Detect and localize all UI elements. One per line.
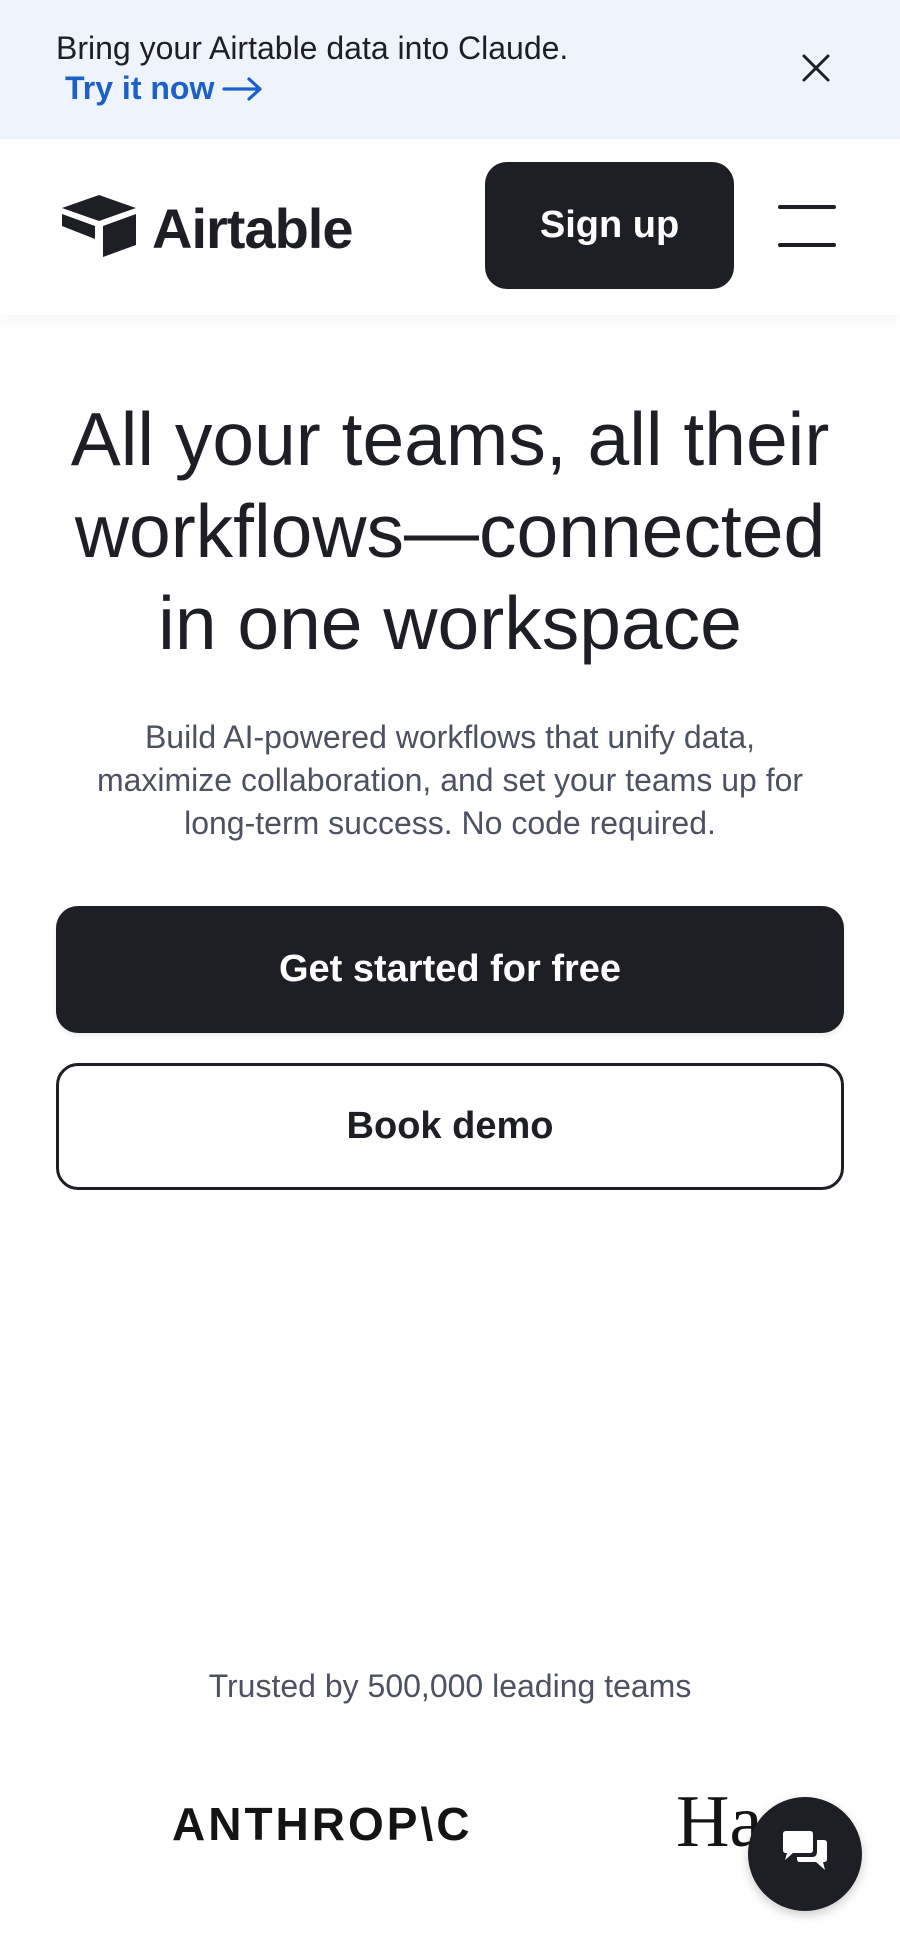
hero-subtitle-line: long-term success. No code required. xyxy=(184,805,716,841)
chat-button[interactable] xyxy=(748,1797,862,1911)
site-header: Airtable Sign up xyxy=(0,139,900,315)
hero-title-line: All your teams, all their xyxy=(70,397,830,481)
close-icon xyxy=(801,53,831,88)
try-it-now-label: Try it now xyxy=(65,70,215,106)
chat-bubbles-icon xyxy=(779,1828,831,1881)
anthropic-logo: ANTHROP\C xyxy=(172,1798,473,1850)
banner-text: Bring your Airtable data into Claude. xyxy=(56,30,569,66)
airtable-box-icon xyxy=(60,193,138,264)
menu-bar-bottom xyxy=(778,243,836,247)
close-banner-button[interactable] xyxy=(796,50,836,90)
book-demo-button[interactable]: Book demo xyxy=(56,1063,844,1190)
hero-subtitle-line: Build AI-powered workflows that unify da… xyxy=(144,719,756,755)
airtable-logo[interactable]: Airtable xyxy=(60,193,353,264)
hero-subtitle-line: maximize collaboration, and set your tea… xyxy=(96,762,804,798)
page: Bring your Airtable data into Claude. Tr… xyxy=(0,0,900,1948)
try-it-now-link[interactable]: Try it now xyxy=(65,70,264,107)
arrow-right-icon xyxy=(222,76,264,102)
hero-title: All your teams, all their workflows—conn… xyxy=(30,393,870,669)
hero-title-line: in one workspace xyxy=(158,581,742,665)
trusted-by-text: Trusted by 500,000 leading teams xyxy=(208,1668,692,1704)
hero-subtitle: Build AI-powered workflows that unify da… xyxy=(40,716,860,845)
announcement-banner: Bring your Airtable data into Claude. Tr… xyxy=(0,0,900,139)
get-started-button[interactable]: Get started for free xyxy=(56,906,844,1033)
menu-bar-top xyxy=(778,205,836,209)
hamburger-menu-icon[interactable] xyxy=(778,205,836,247)
logo-text: Airtable xyxy=(152,197,353,260)
sign-up-button[interactable]: Sign up xyxy=(485,162,734,289)
hero-title-line: workflows—connected xyxy=(74,489,826,573)
